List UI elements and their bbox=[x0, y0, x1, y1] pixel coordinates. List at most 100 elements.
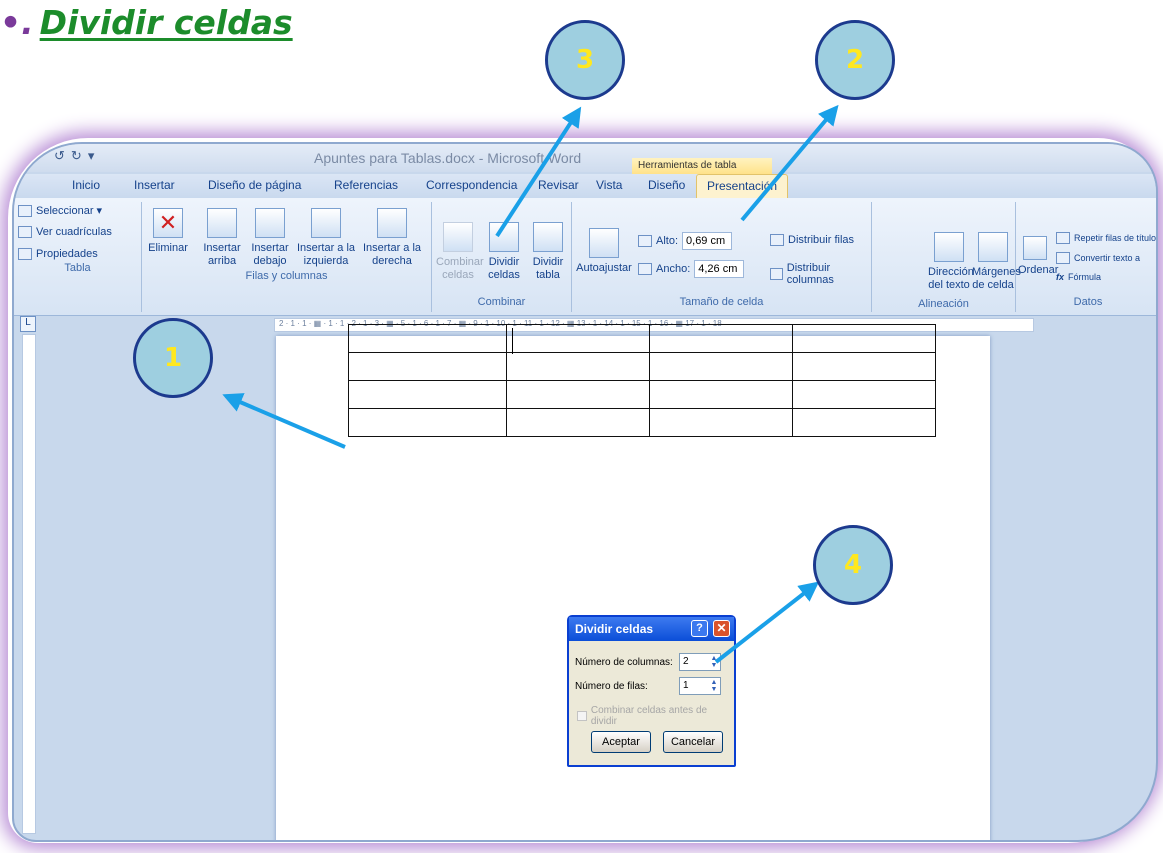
callout-1: 1 bbox=[133, 318, 213, 398]
split-cells-button[interactable]: Dividir celdas bbox=[482, 222, 526, 282]
delete-button[interactable]: ✕ Eliminar bbox=[148, 208, 188, 255]
text-direction-icon bbox=[934, 232, 964, 262]
table-cell[interactable] bbox=[649, 352, 793, 381]
insert-right-icon bbox=[377, 208, 407, 238]
group-tabla: Seleccionar ▾ Ver cuadrículas Propiedade… bbox=[14, 202, 142, 312]
autofit-button[interactable]: Autoajustar bbox=[576, 228, 632, 275]
height-input[interactable]: 0,69 cm bbox=[682, 232, 733, 250]
merge-cells-button[interactable]: Combinar celdas bbox=[436, 222, 484, 282]
insert-above-button[interactable]: Insertar arriba bbox=[200, 208, 244, 268]
ribbon: Seleccionar ▾ Ver cuadrículas Propiedade… bbox=[14, 198, 1156, 316]
table-tools-band: Herramientas de tabla bbox=[632, 158, 772, 174]
distribute-rows-icon bbox=[770, 234, 784, 246]
distribute-columns-button[interactable]: Distribuir columnas bbox=[770, 262, 871, 286]
group-filas-columnas: ✕ Eliminar Insertar arriba Insertar debaj… bbox=[142, 202, 432, 312]
cell-margins-icon bbox=[978, 232, 1008, 262]
convert-text-button[interactable]: Convertir texto a bbox=[1056, 252, 1140, 264]
table-cell[interactable] bbox=[792, 380, 936, 409]
columns-row: Número de columnas: 2 ▲ ▼ bbox=[575, 653, 721, 671]
select-button[interactable]: Seleccionar ▾ bbox=[18, 204, 102, 217]
qat-more-icon[interactable]: ▾ bbox=[88, 148, 95, 164]
table-cell[interactable] bbox=[506, 352, 650, 381]
redo-icon[interactable]: ↻ bbox=[71, 148, 82, 164]
table-cell[interactable] bbox=[649, 324, 793, 353]
rows-input[interactable]: 1 ▲ ▼ bbox=[679, 677, 721, 695]
callout-4: 4 bbox=[813, 525, 893, 605]
sort-icon bbox=[1023, 236, 1047, 260]
close-icon[interactable]: ✕ bbox=[713, 620, 730, 637]
cell-margins-button[interactable]: Márgenes de celda bbox=[972, 232, 1021, 292]
split-cells-icon bbox=[489, 222, 519, 252]
table-row bbox=[348, 352, 936, 381]
insert-left-icon bbox=[311, 208, 341, 238]
cancel-button[interactable]: Cancelar bbox=[663, 731, 723, 753]
width-control: Ancho: 4,26 cm bbox=[638, 260, 745, 278]
table-cell[interactable] bbox=[792, 324, 936, 353]
table-cell[interactable] bbox=[506, 380, 650, 409]
group-tamano-celda: Autoajustar Alto: 0,69 cm Ancho: 4,26 cm D… bbox=[572, 202, 872, 312]
insert-right-button[interactable]: Insertar a la derecha bbox=[360, 208, 424, 268]
title-bar: ↺ ↻ ▾ Apuntes para Tablas.docx - Microso… bbox=[14, 144, 1156, 174]
table-cell[interactable] bbox=[348, 408, 507, 437]
tab-vista[interactable]: Vista bbox=[596, 178, 622, 192]
tab-referencias[interactable]: Referencias bbox=[334, 178, 398, 192]
table-cell[interactable] bbox=[792, 408, 936, 437]
group-combinar: Combinar celdas Dividir celdas Dividir t… bbox=[432, 202, 572, 312]
tab-selector[interactable]: L bbox=[20, 316, 36, 332]
merge-before-split-checkbox[interactable]: Combinar celdas antes de dividir bbox=[577, 705, 734, 727]
tab-presentacion[interactable]: Presentación bbox=[696, 174, 789, 198]
height-control: Alto: 0,69 cm bbox=[638, 232, 733, 250]
dialog-title: Dividir celdas bbox=[575, 622, 654, 636]
delete-icon: ✕ bbox=[153, 208, 183, 238]
undo-icon[interactable]: ↺ bbox=[54, 148, 65, 164]
group-label-tamano: Tamaño de celda bbox=[679, 296, 764, 308]
formula-icon: fx bbox=[1056, 272, 1065, 282]
tab-correspondencia[interactable]: Correspondencia bbox=[426, 178, 517, 192]
table-cell[interactable] bbox=[348, 352, 507, 381]
properties-button[interactable]: Propiedades bbox=[18, 248, 98, 260]
quick-access-toolbar[interactable]: ↺ ↻ ▾ bbox=[54, 148, 94, 164]
tab-diseno-pagina[interactable]: Diseño de página bbox=[208, 178, 301, 192]
vertical-ruler[interactable] bbox=[22, 334, 36, 834]
tab-insertar[interactable]: Insertar bbox=[134, 178, 175, 192]
table-cell[interactable] bbox=[649, 380, 793, 409]
width-input[interactable]: 4,26 cm bbox=[694, 260, 745, 278]
table-cell[interactable] bbox=[348, 380, 507, 409]
split-table-button[interactable]: Dividir tabla bbox=[526, 222, 570, 282]
table-cell[interactable] bbox=[348, 324, 507, 353]
document-table[interactable] bbox=[348, 324, 936, 437]
title-bullet: •. bbox=[0, 2, 34, 42]
slide-title: •. Dividir celdas bbox=[0, 0, 293, 44]
formula-button[interactable]: fx Fórmula bbox=[1056, 272, 1101, 282]
convert-text-icon bbox=[1056, 252, 1070, 264]
columns-spinner-icon[interactable]: ▲ ▼ bbox=[709, 655, 719, 669]
ok-button[interactable]: Aceptar bbox=[591, 731, 651, 753]
group-label-combinar: Combinar bbox=[477, 296, 526, 308]
group-label-alineacion: Alineación bbox=[918, 298, 969, 310]
gridlines-button[interactable]: Ver cuadrículas bbox=[18, 226, 112, 238]
table-cell[interactable] bbox=[792, 352, 936, 381]
columns-input[interactable]: 2 ▲ ▼ bbox=[679, 653, 721, 671]
dialog-title-bar[interactable]: Dividir celdas ? ✕ bbox=[569, 617, 734, 641]
tab-revisar[interactable]: Revisar bbox=[538, 178, 579, 192]
text-direction-button[interactable]: Dirección del texto bbox=[928, 232, 974, 292]
group-alineacion: Dirección del texto Márgenes de celda Al… bbox=[872, 202, 1021, 312]
table-cell[interactable] bbox=[506, 324, 650, 353]
table-row bbox=[348, 380, 936, 409]
rows-spinner-icon[interactable]: ▲ ▼ bbox=[709, 679, 719, 693]
distribute-rows-button[interactable]: Distribuir filas bbox=[770, 234, 854, 246]
sort-button[interactable]: Ordenar bbox=[1018, 236, 1058, 277]
table-cell[interactable] bbox=[649, 408, 793, 437]
table-cell[interactable] bbox=[506, 408, 650, 437]
checkbox-box[interactable] bbox=[577, 711, 587, 721]
tab-diseno[interactable]: Diseño bbox=[648, 178, 685, 192]
tab-inicio[interactable]: Inicio bbox=[72, 178, 100, 192]
split-cells-dialog: Dividir celdas ? ✕ Número de columnas: 2… bbox=[567, 615, 736, 767]
help-icon[interactable]: ? bbox=[691, 620, 708, 637]
autofit-icon bbox=[589, 228, 619, 258]
repeat-header-button[interactable]: Repetir filas de título bbox=[1056, 232, 1156, 244]
columns-value: 2 bbox=[683, 656, 689, 667]
insert-left-button[interactable]: Insertar a la izquierda bbox=[294, 208, 358, 268]
group-label-datos: Datos bbox=[1073, 296, 1103, 308]
insert-below-button[interactable]: Insertar debajo bbox=[248, 208, 292, 268]
